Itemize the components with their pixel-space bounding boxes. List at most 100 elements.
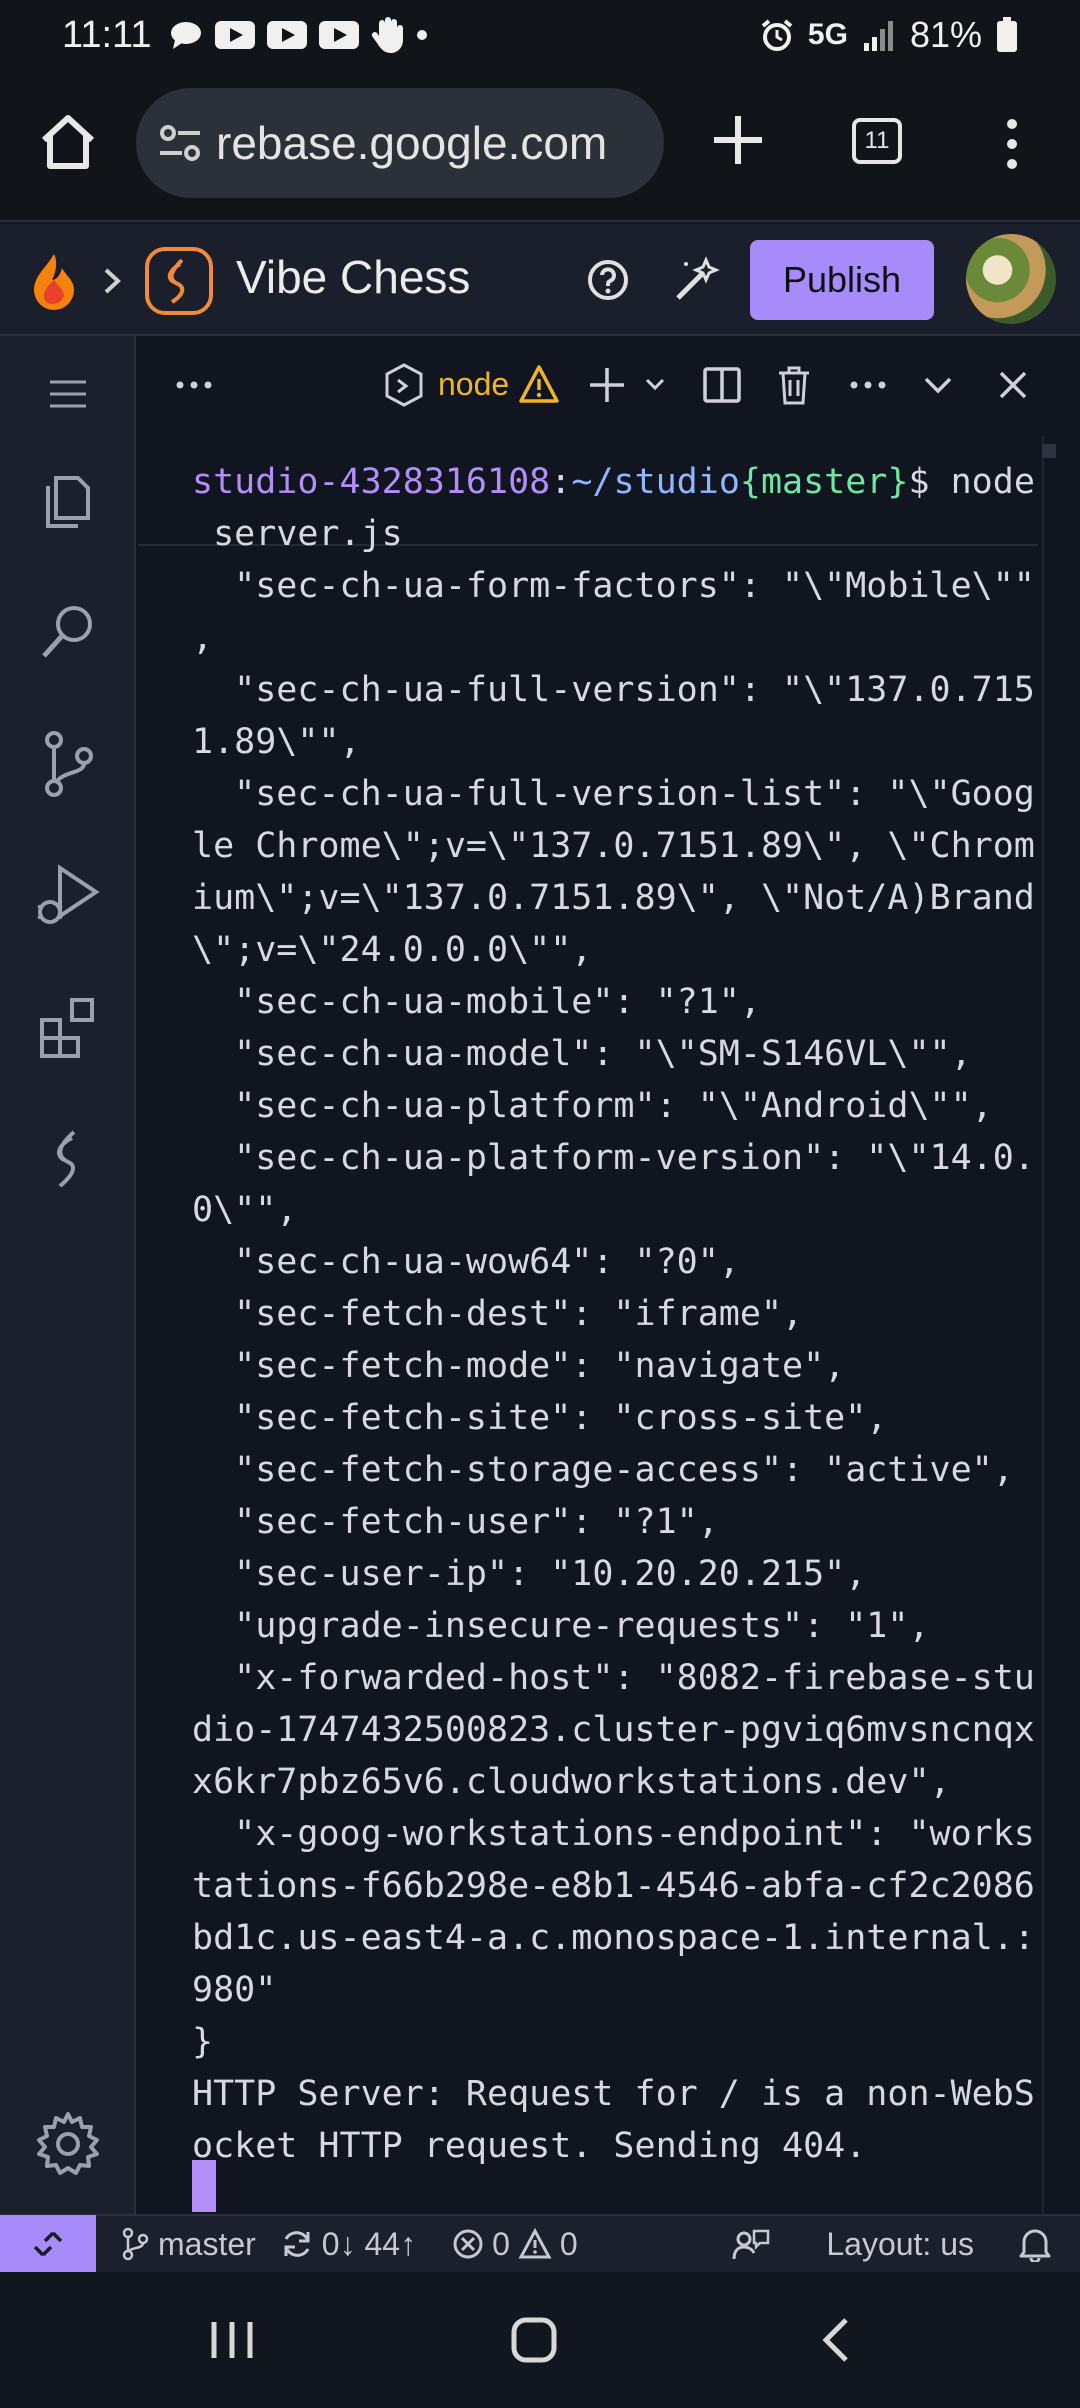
terminal-text-segment: "sec-user-ip": "10.20.20.215", (192, 1554, 867, 1594)
system-indicators: 5G 81% (760, 14, 1018, 56)
browser-toolbar: rebase.google.com 11 (0, 70, 1080, 222)
terminal-cursor (192, 2160, 216, 2212)
terminal-line: "sec-ch-ua-model": "\"SM-S146VL\"", (192, 1034, 972, 1074)
terminal-text-segment: , (192, 618, 214, 658)
warning-count: 0 (559, 2225, 578, 2262)
terminal-line: ium\";v=\"137.0.7151.89\", \"Not/A)Brand (192, 878, 1035, 918)
problems-indicator[interactable]: 0 0 (452, 2226, 578, 2263)
network-type: 5G (807, 18, 848, 51)
terminal-line: } (192, 2022, 213, 2062)
terminal-text-segment: "sec-fetch-user": "?1", (192, 1502, 719, 1542)
avatar[interactable] (966, 234, 1056, 324)
terminal-name[interactable]: node (438, 366, 509, 403)
source-control-icon[interactable] (30, 726, 106, 802)
terminal-line: "sec-fetch-storage-access": "active", (192, 1450, 1014, 1490)
terminal-text-segment: tations-f66b298e-e8b1-4546-abfa-cf2c2086 (192, 1866, 1035, 1906)
more-notifications-dot (417, 30, 428, 40)
remote-icon (33, 2231, 63, 2257)
sync-indicator[interactable]: 0↓ 44↑ (280, 2226, 416, 2263)
terminal-text-segment: "sec-ch-ua-mobile": "?1", (192, 982, 761, 1022)
terminal-line: "sec-ch-ua-wow64": "?0", (192, 1242, 740, 1282)
terminal-line: "sec-user-ip": "10.20.20.215", (192, 1554, 866, 1594)
terminal-scrollbar[interactable] (1042, 436, 1058, 2214)
terminal-line: HTTP Server: Request for / is a non-WebS (192, 2074, 1035, 2114)
back-icon[interactable] (806, 2308, 870, 2372)
run-debug-icon[interactable] (30, 858, 106, 934)
warning-icon[interactable] (518, 364, 560, 404)
terminal-line: 1.89\"", (192, 722, 361, 762)
publish-button[interactable]: Publish (750, 240, 934, 320)
home-nav-icon[interactable] (502, 2308, 566, 2372)
terminal-text-segment: 980" (192, 1970, 277, 2010)
address-bar[interactable]: rebase.google.com (136, 88, 664, 198)
tab-switcher-button[interactable]: 11 (852, 118, 902, 164)
youtube-icon (267, 21, 308, 49)
new-tab-icon[interactable] (706, 108, 770, 172)
collapse-panel-icon[interactable] (922, 374, 954, 396)
terminal-text-segment: "sec-fetch-storage-access": "active", (192, 1450, 1014, 1490)
hand-icon (372, 17, 404, 53)
magic-wand-icon[interactable] (672, 254, 720, 304)
split-terminal-icon[interactable] (702, 366, 742, 404)
terminal-line: le Chrome\";v=\"137.0.7151.89\", \"Chrom (192, 826, 1035, 866)
remote-indicator-button[interactable] (0, 2215, 96, 2273)
terminal-text-segment: } (192, 2022, 214, 2062)
terminal-text-segment: 1.89\"", (192, 722, 361, 762)
project-logo-icon[interactable] (144, 246, 214, 316)
terminal-line: 0\"", (192, 1190, 297, 1230)
activity-bar (0, 336, 136, 2214)
terminal-line: 980" (192, 1970, 276, 2010)
app-header: Vibe Chess Publish (0, 224, 1080, 336)
terminal-text-segment: "sec-ch-ua-wow64": "?0", (192, 1242, 740, 1282)
terminal-line: "sec-ch-ua-mobile": "?1", (192, 982, 761, 1022)
extensions-icon[interactable] (30, 990, 106, 1066)
menu-icon[interactable] (30, 356, 106, 432)
terminal-line: "sec-ch-ua-full-version": "\"137.0.715 (192, 670, 1035, 710)
home-icon[interactable] (36, 110, 100, 174)
terminal-scroll-thumb[interactable] (1042, 444, 1056, 458)
terminal-text-segment: "x-goog-workstations-endpoint": "works (192, 1814, 1035, 1854)
signal-icon (863, 21, 893, 51)
branch-indicator[interactable]: master (120, 2226, 256, 2263)
firebase-studio-icon[interactable] (30, 1122, 106, 1198)
keyboard-layout[interactable]: Layout: us (826, 2226, 974, 2263)
search-icon[interactable] (30, 594, 106, 670)
browser-menu-icon[interactable] (992, 114, 1032, 174)
terminal-text-segment: "sec-ch-ua-full-version-list": "\"Goog (192, 774, 1035, 814)
close-icon[interactable] (996, 368, 1030, 402)
error-count: 0 (492, 2225, 510, 2262)
recents-icon[interactable] (200, 2308, 264, 2372)
terminal-text-segment: dio-1747432500823.cluster-pgviq6mvsncnqx (192, 1710, 1035, 1750)
terminal-text-segment: studio-4328316108 (192, 462, 551, 502)
git-branch-icon (122, 2227, 149, 2261)
terminal-line: "sec-fetch-dest": "iframe", (192, 1294, 803, 1334)
system-status-bar: 11:11 5G 81% (0, 0, 1080, 70)
project-title: Vibe Chess (236, 251, 471, 303)
chat-bubble-icon (171, 22, 202, 49)
terminal-text-segment: server.js (192, 514, 403, 554)
new-terminal-icon[interactable] (586, 364, 628, 406)
terminal-line: , (192, 618, 213, 658)
more-actions-icon[interactable] (174, 370, 214, 400)
terminal-text-segment: "sec-ch-ua-model": "\"SM-S146VL\"", (192, 1034, 972, 1074)
terminal-line: "x-goog-workstations-endpoint": "works (192, 1814, 1035, 1854)
terminal-line: "sec-ch-ua-full-version-list": "\"Goog (192, 774, 1035, 814)
chevron-down-icon[interactable] (644, 376, 666, 392)
more-icon[interactable] (848, 370, 888, 400)
explorer-files-icon[interactable] (30, 462, 106, 538)
terminal-line: "sec-ch-ua-platform": "\"Android\"", (192, 1086, 993, 1126)
error-icon (453, 2229, 483, 2259)
terminal-text-segment: "sec-fetch-mode": "navigate", (192, 1346, 846, 1386)
feedback-icon[interactable] (732, 2227, 770, 2261)
terminal-text-segment: {master} (739, 462, 909, 502)
firebase-logo-icon[interactable] (28, 250, 80, 314)
help-icon[interactable] (586, 258, 630, 302)
terminal-text-segment: $ node (908, 462, 1035, 502)
terminal-text-segment: \";v=\"24.0.0.0\"", (192, 930, 593, 970)
notifications-bell-icon[interactable] (1018, 2226, 1052, 2262)
site-settings-icon[interactable] (158, 123, 202, 163)
trash-icon[interactable] (776, 364, 812, 406)
terminal-line: "sec-ch-ua-form-factors": "\"Mobile\"" (192, 566, 1035, 606)
settings-gear-icon[interactable] (30, 2106, 106, 2182)
terminal-output[interactable]: studio-4328316108:~/studio{master}$ node… (138, 436, 1080, 2214)
